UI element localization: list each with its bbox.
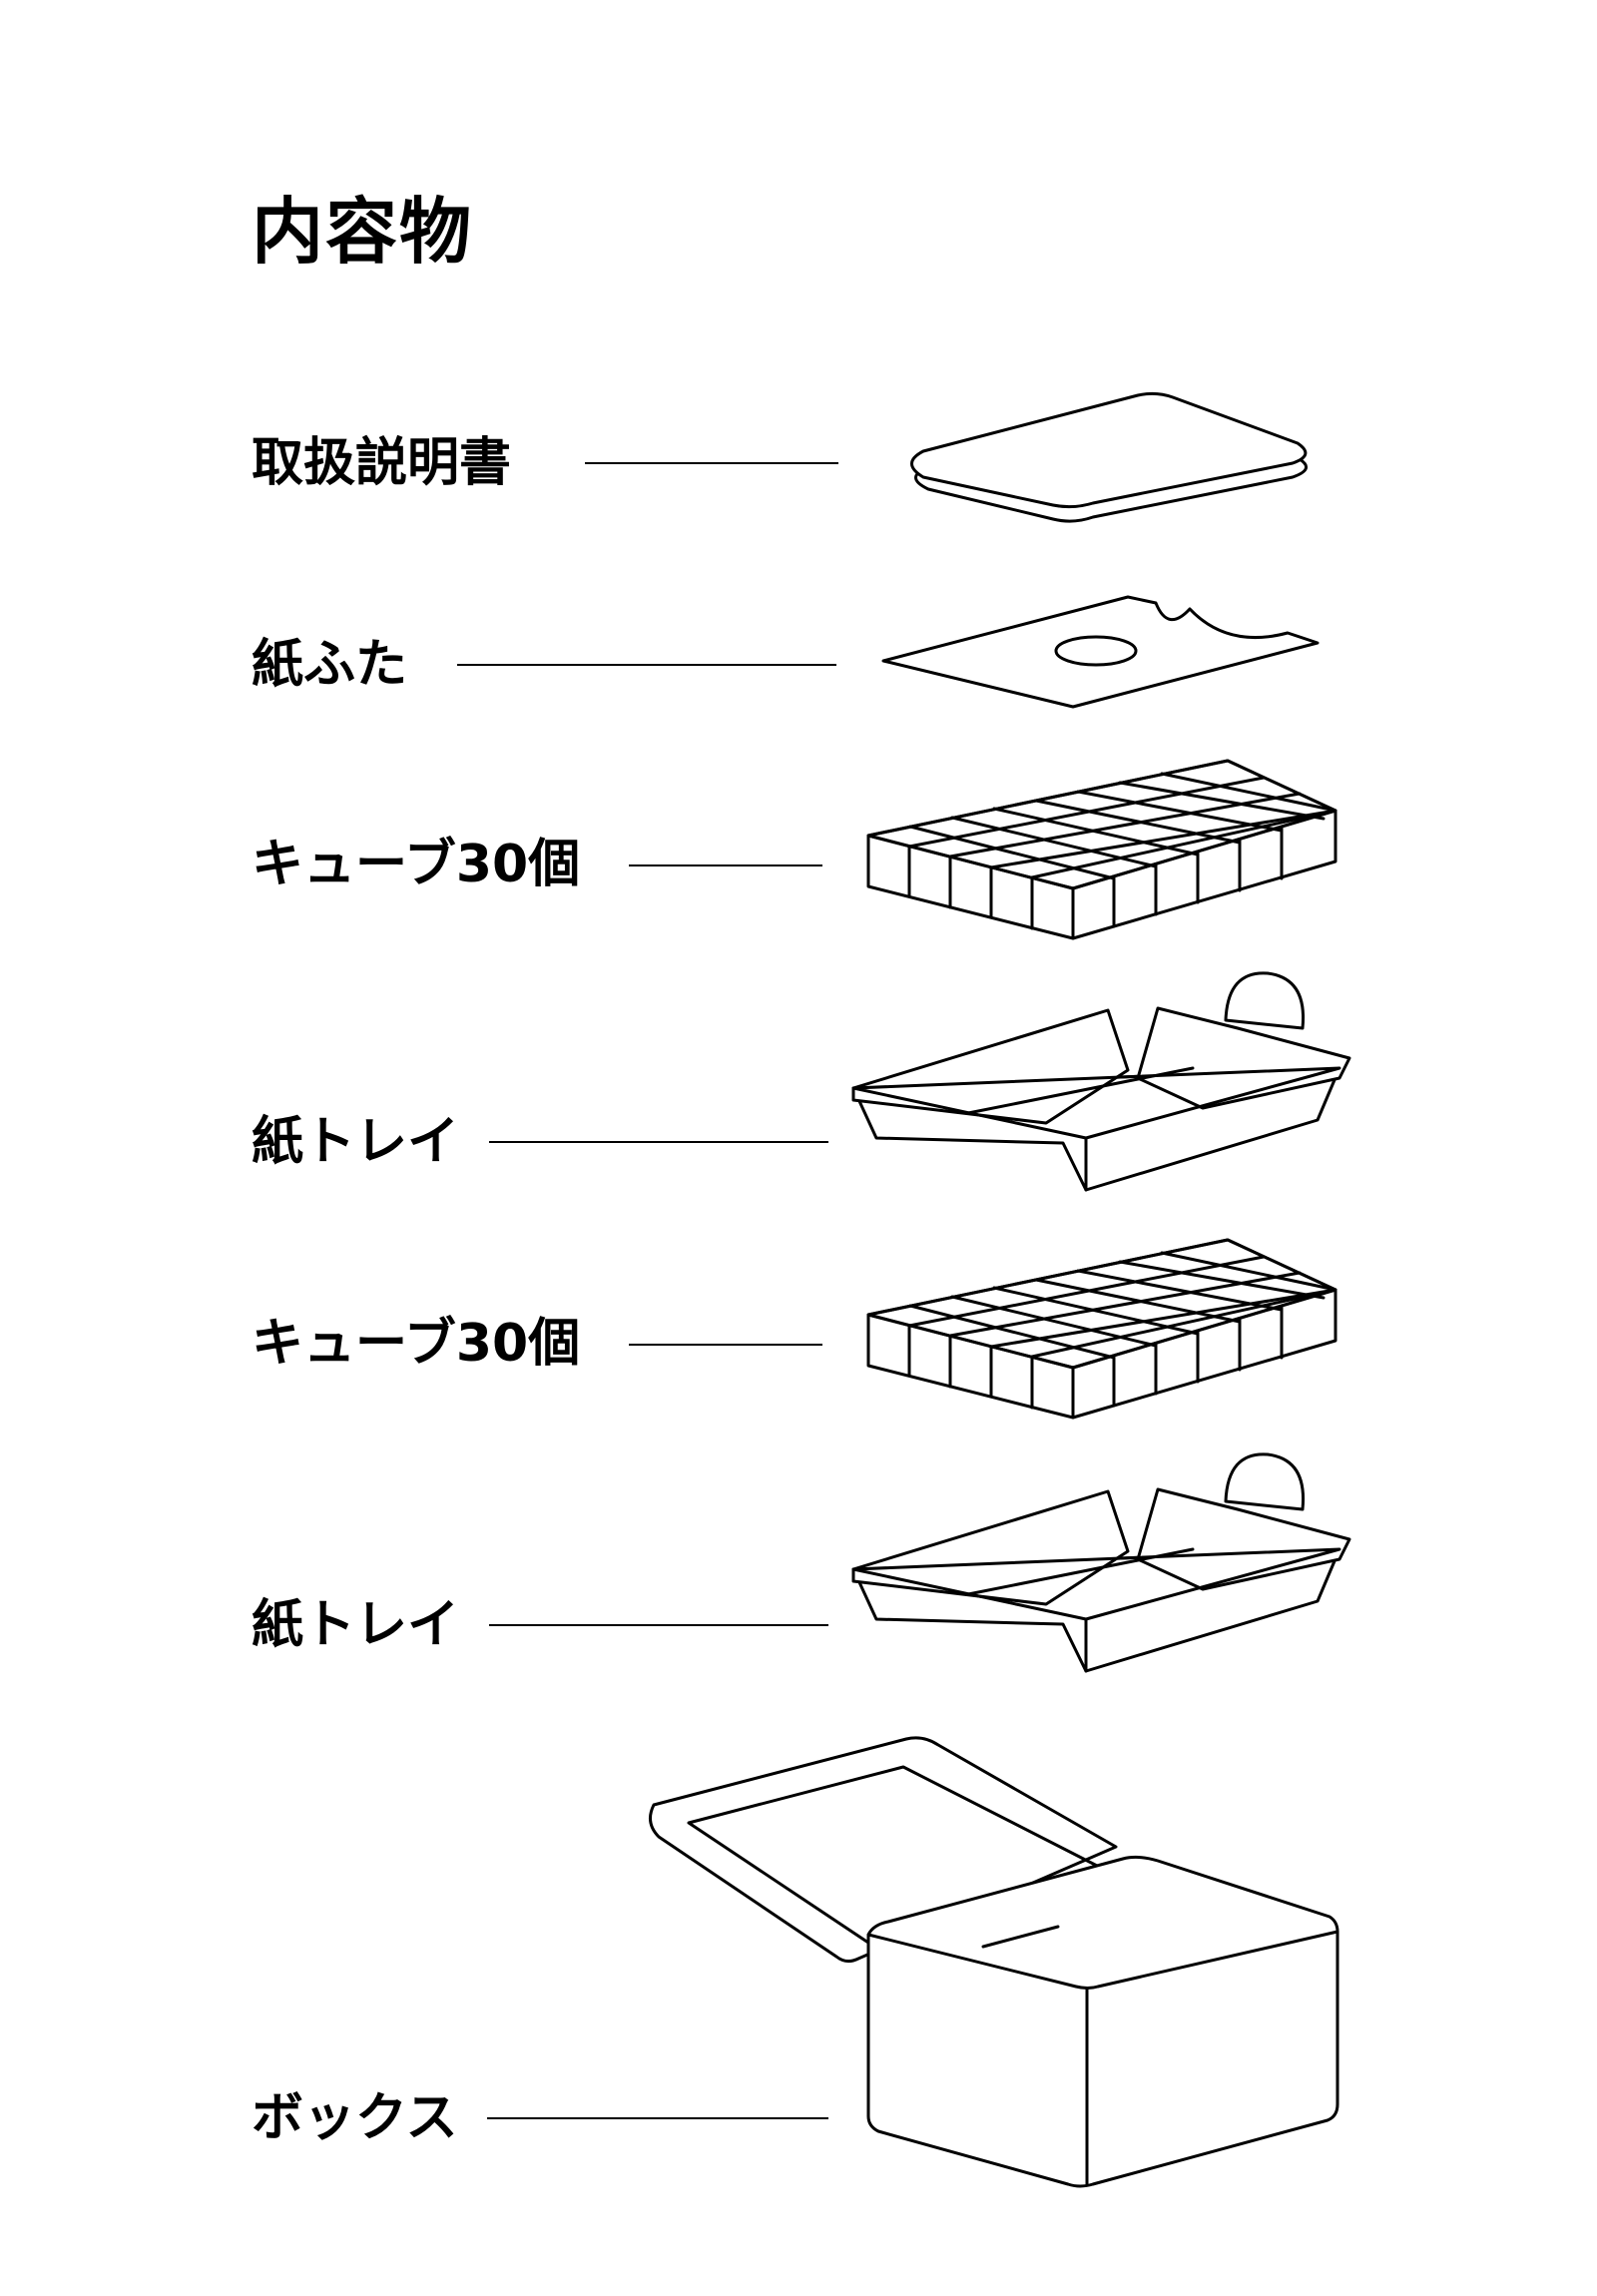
paper-tray-icon-1 bbox=[851, 971, 1351, 1192]
box-icon bbox=[648, 1736, 1339, 2188]
paper-tray-icon-2 bbox=[851, 1452, 1351, 1673]
manual-icon bbox=[910, 391, 1309, 523]
paper-lid-icon bbox=[881, 595, 1320, 709]
cube-grid-icon-2 bbox=[866, 1238, 1337, 1420]
cube-grid-icon-1 bbox=[866, 759, 1337, 940]
